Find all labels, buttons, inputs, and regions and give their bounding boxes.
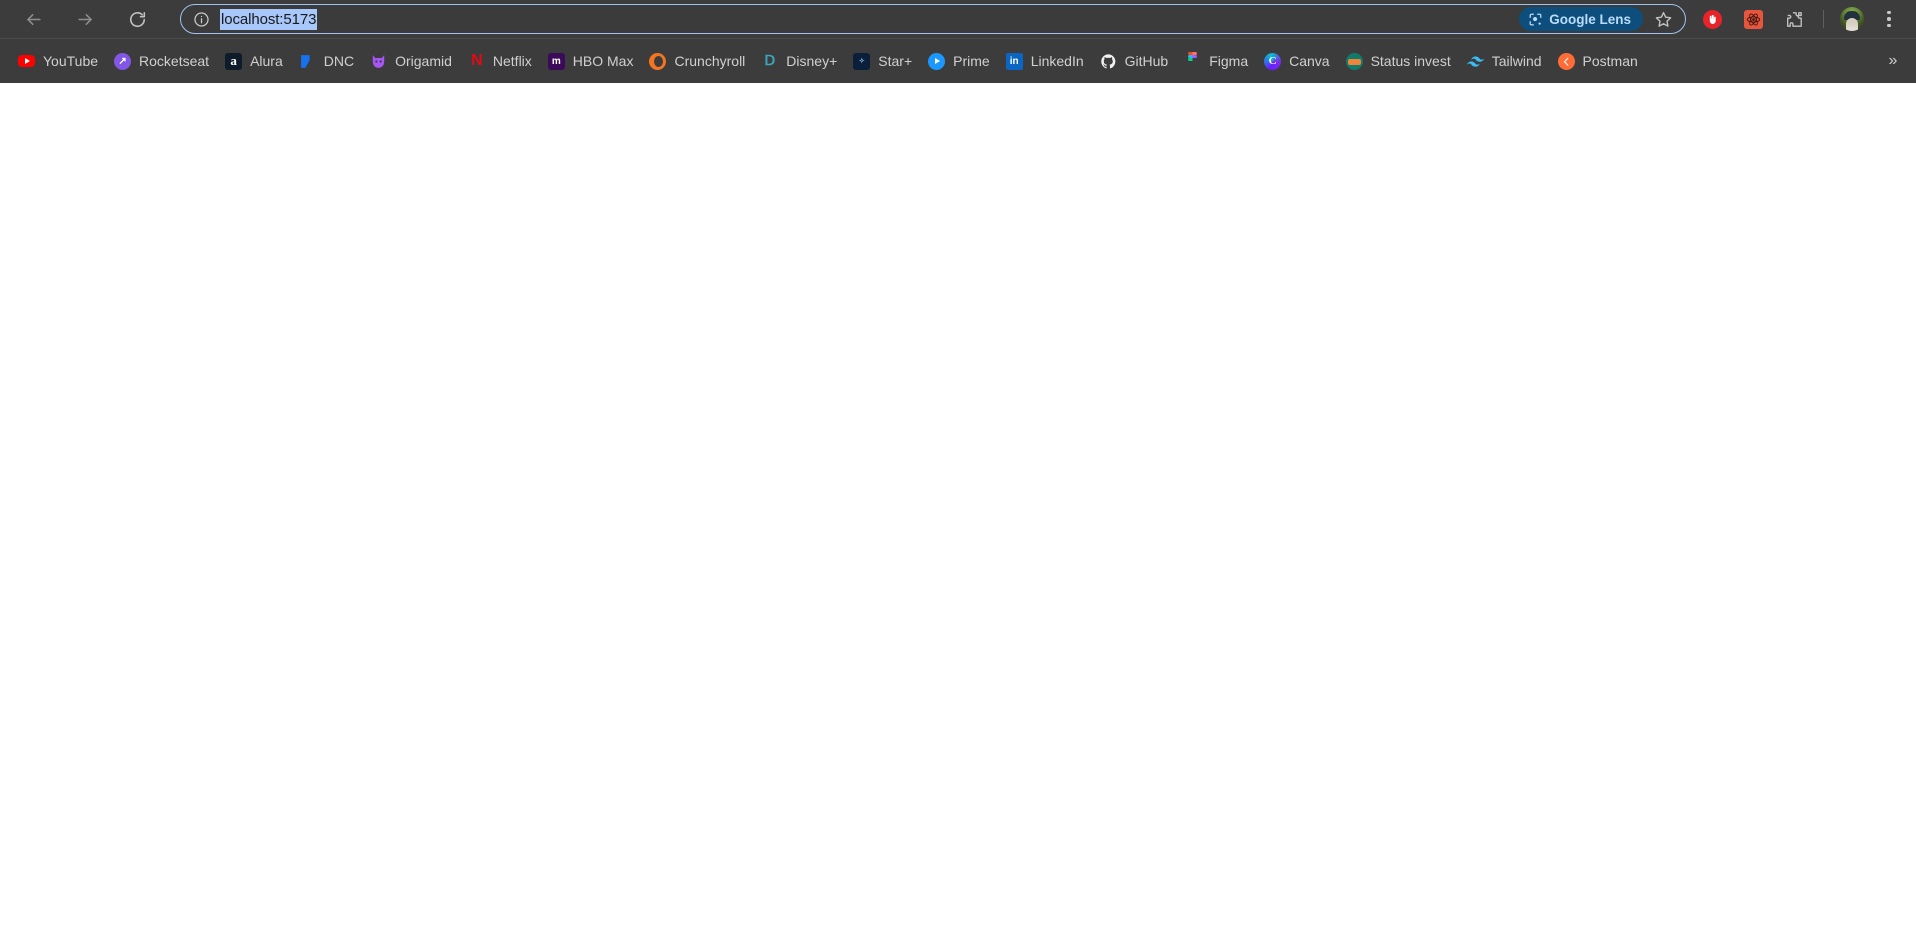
origamid-icon [370, 53, 387, 70]
dnc-icon [299, 53, 316, 70]
back-button[interactable] [16, 2, 50, 36]
tailwind-icon [1466, 53, 1484, 70]
bookmark-label: Prime [953, 53, 990, 69]
alura-icon: a [225, 52, 243, 70]
bookmark-star-button[interactable] [1649, 5, 1677, 33]
google-lens-label: Google Lens [1549, 11, 1631, 27]
github-icon [1100, 53, 1117, 70]
figma-icon [1184, 52, 1201, 70]
kebab-dot [1887, 17, 1891, 21]
reload-icon [129, 11, 145, 27]
browser-toolbar: localhost:5173 Google Lens [0, 0, 1916, 38]
rocketseat-icon: ↗ [114, 52, 132, 70]
hbomax-icon: m [547, 52, 565, 70]
primevideo-icon [928, 52, 946, 70]
crunchyroll-icon [649, 52, 667, 70]
forward-button[interactable] [68, 2, 102, 36]
bookmark-label: LinkedIn [1030, 53, 1084, 69]
extensions-button[interactable] [1779, 4, 1809, 34]
address-bar[interactable]: localhost:5173 Google Lens [180, 4, 1686, 34]
bookmark-label: GitHub [1124, 53, 1169, 69]
forward-arrow-icon [77, 13, 92, 25]
kebab-dot [1887, 10, 1891, 15]
bookmark-label: Origamid [395, 53, 452, 69]
linkedin-icon: in [1005, 52, 1023, 70]
bookmark-label: Disney+ [786, 53, 838, 69]
bookmark-tailwind[interactable]: Tailwind [1459, 47, 1550, 75]
bookmark-hbomax[interactable]: m HBO Max [540, 47, 642, 75]
bookmarks-bar: YouTube ↗ Rocketseat a Alura DNC Origami [0, 38, 1916, 83]
bookmark-label: Alura [250, 53, 283, 69]
profile-avatar[interactable] [1840, 7, 1864, 31]
bookmark-label: Rocketseat [139, 53, 210, 69]
address-bar-input[interactable]: localhost:5173 [220, 8, 318, 30]
kebab-dot [1887, 23, 1891, 28]
site-info-icon[interactable] [193, 11, 210, 28]
bookmark-label: Netflix [492, 53, 532, 69]
bookmark-label: DNC [323, 53, 355, 69]
bookmark-label: Canva [1289, 53, 1330, 69]
lens-icon [1529, 13, 1542, 25]
youtube-icon [18, 53, 35, 70]
bookmark-label: Status invest [1370, 53, 1451, 69]
bookmark-figma[interactable]: Figma [1176, 47, 1256, 75]
bookmark-label: Star+ [878, 53, 913, 69]
starplus-icon: ✧ [853, 52, 871, 70]
toolbar-divider [1823, 10, 1824, 28]
react-devtools-icon [1743, 9, 1763, 29]
back-arrow-icon [26, 13, 41, 25]
canva-icon: C [1264, 52, 1282, 70]
bookmarks-overflow-button[interactable]: » [1878, 47, 1908, 75]
bookmark-label: Figma [1209, 53, 1249, 69]
statusinvest-icon [1345, 52, 1363, 70]
bookmark-label: Tailwind [1491, 53, 1542, 69]
bookmark-canva[interactable]: C Canva [1256, 47, 1337, 75]
page-content [0, 83, 1916, 934]
bookmark-netflix[interactable]: N Netflix [460, 47, 540, 75]
ublock-origin-icon [1702, 9, 1722, 29]
toolbar-actions [1686, 4, 1906, 34]
react-devtools-button[interactable] [1738, 4, 1768, 34]
bookmark-prime[interactable]: Prime [920, 47, 998, 75]
reload-button[interactable] [120, 2, 154, 36]
bookmark-youtube[interactable]: YouTube [10, 47, 106, 75]
bookmark-github[interactable]: GitHub [1092, 47, 1177, 75]
bookmark-statusinvest[interactable]: Status invest [1338, 47, 1459, 75]
bookmark-rocketseat[interactable]: ↗ Rocketseat [106, 47, 217, 75]
bookmark-disneyplus[interactable]: Ⅾ Disney+ [753, 47, 845, 75]
postman-icon [1557, 52, 1575, 70]
bookmark-label: HBO Max [572, 53, 634, 69]
ublock-origin-button[interactable] [1697, 4, 1727, 34]
netflix-icon: N [471, 52, 483, 69]
bookmark-label: YouTube [43, 53, 99, 69]
bookmark-linkedin[interactable]: in LinkedIn [998, 47, 1092, 75]
bookmark-alura[interactable]: a Alura [217, 47, 291, 75]
star-icon [1655, 11, 1671, 27]
chrome-menu-button[interactable] [1874, 4, 1904, 34]
google-lens-button[interactable]: Google Lens [1519, 7, 1643, 31]
bookmark-dnc[interactable]: DNC [291, 47, 362, 75]
bookmark-postman[interactable]: Postman [1550, 47, 1646, 75]
puzzle-piece-icon [1786, 11, 1802, 27]
bookmark-crunchyroll[interactable]: Crunchyroll [641, 47, 753, 75]
bookmark-origamid[interactable]: Origamid [362, 47, 460, 75]
bookmark-label: Postman [1582, 53, 1638, 69]
bookmark-starplus[interactable]: ✧ Star+ [845, 47, 920, 75]
disneyplus-icon: Ⅾ [764, 53, 776, 69]
bookmark-label: Crunchyroll [674, 53, 746, 69]
